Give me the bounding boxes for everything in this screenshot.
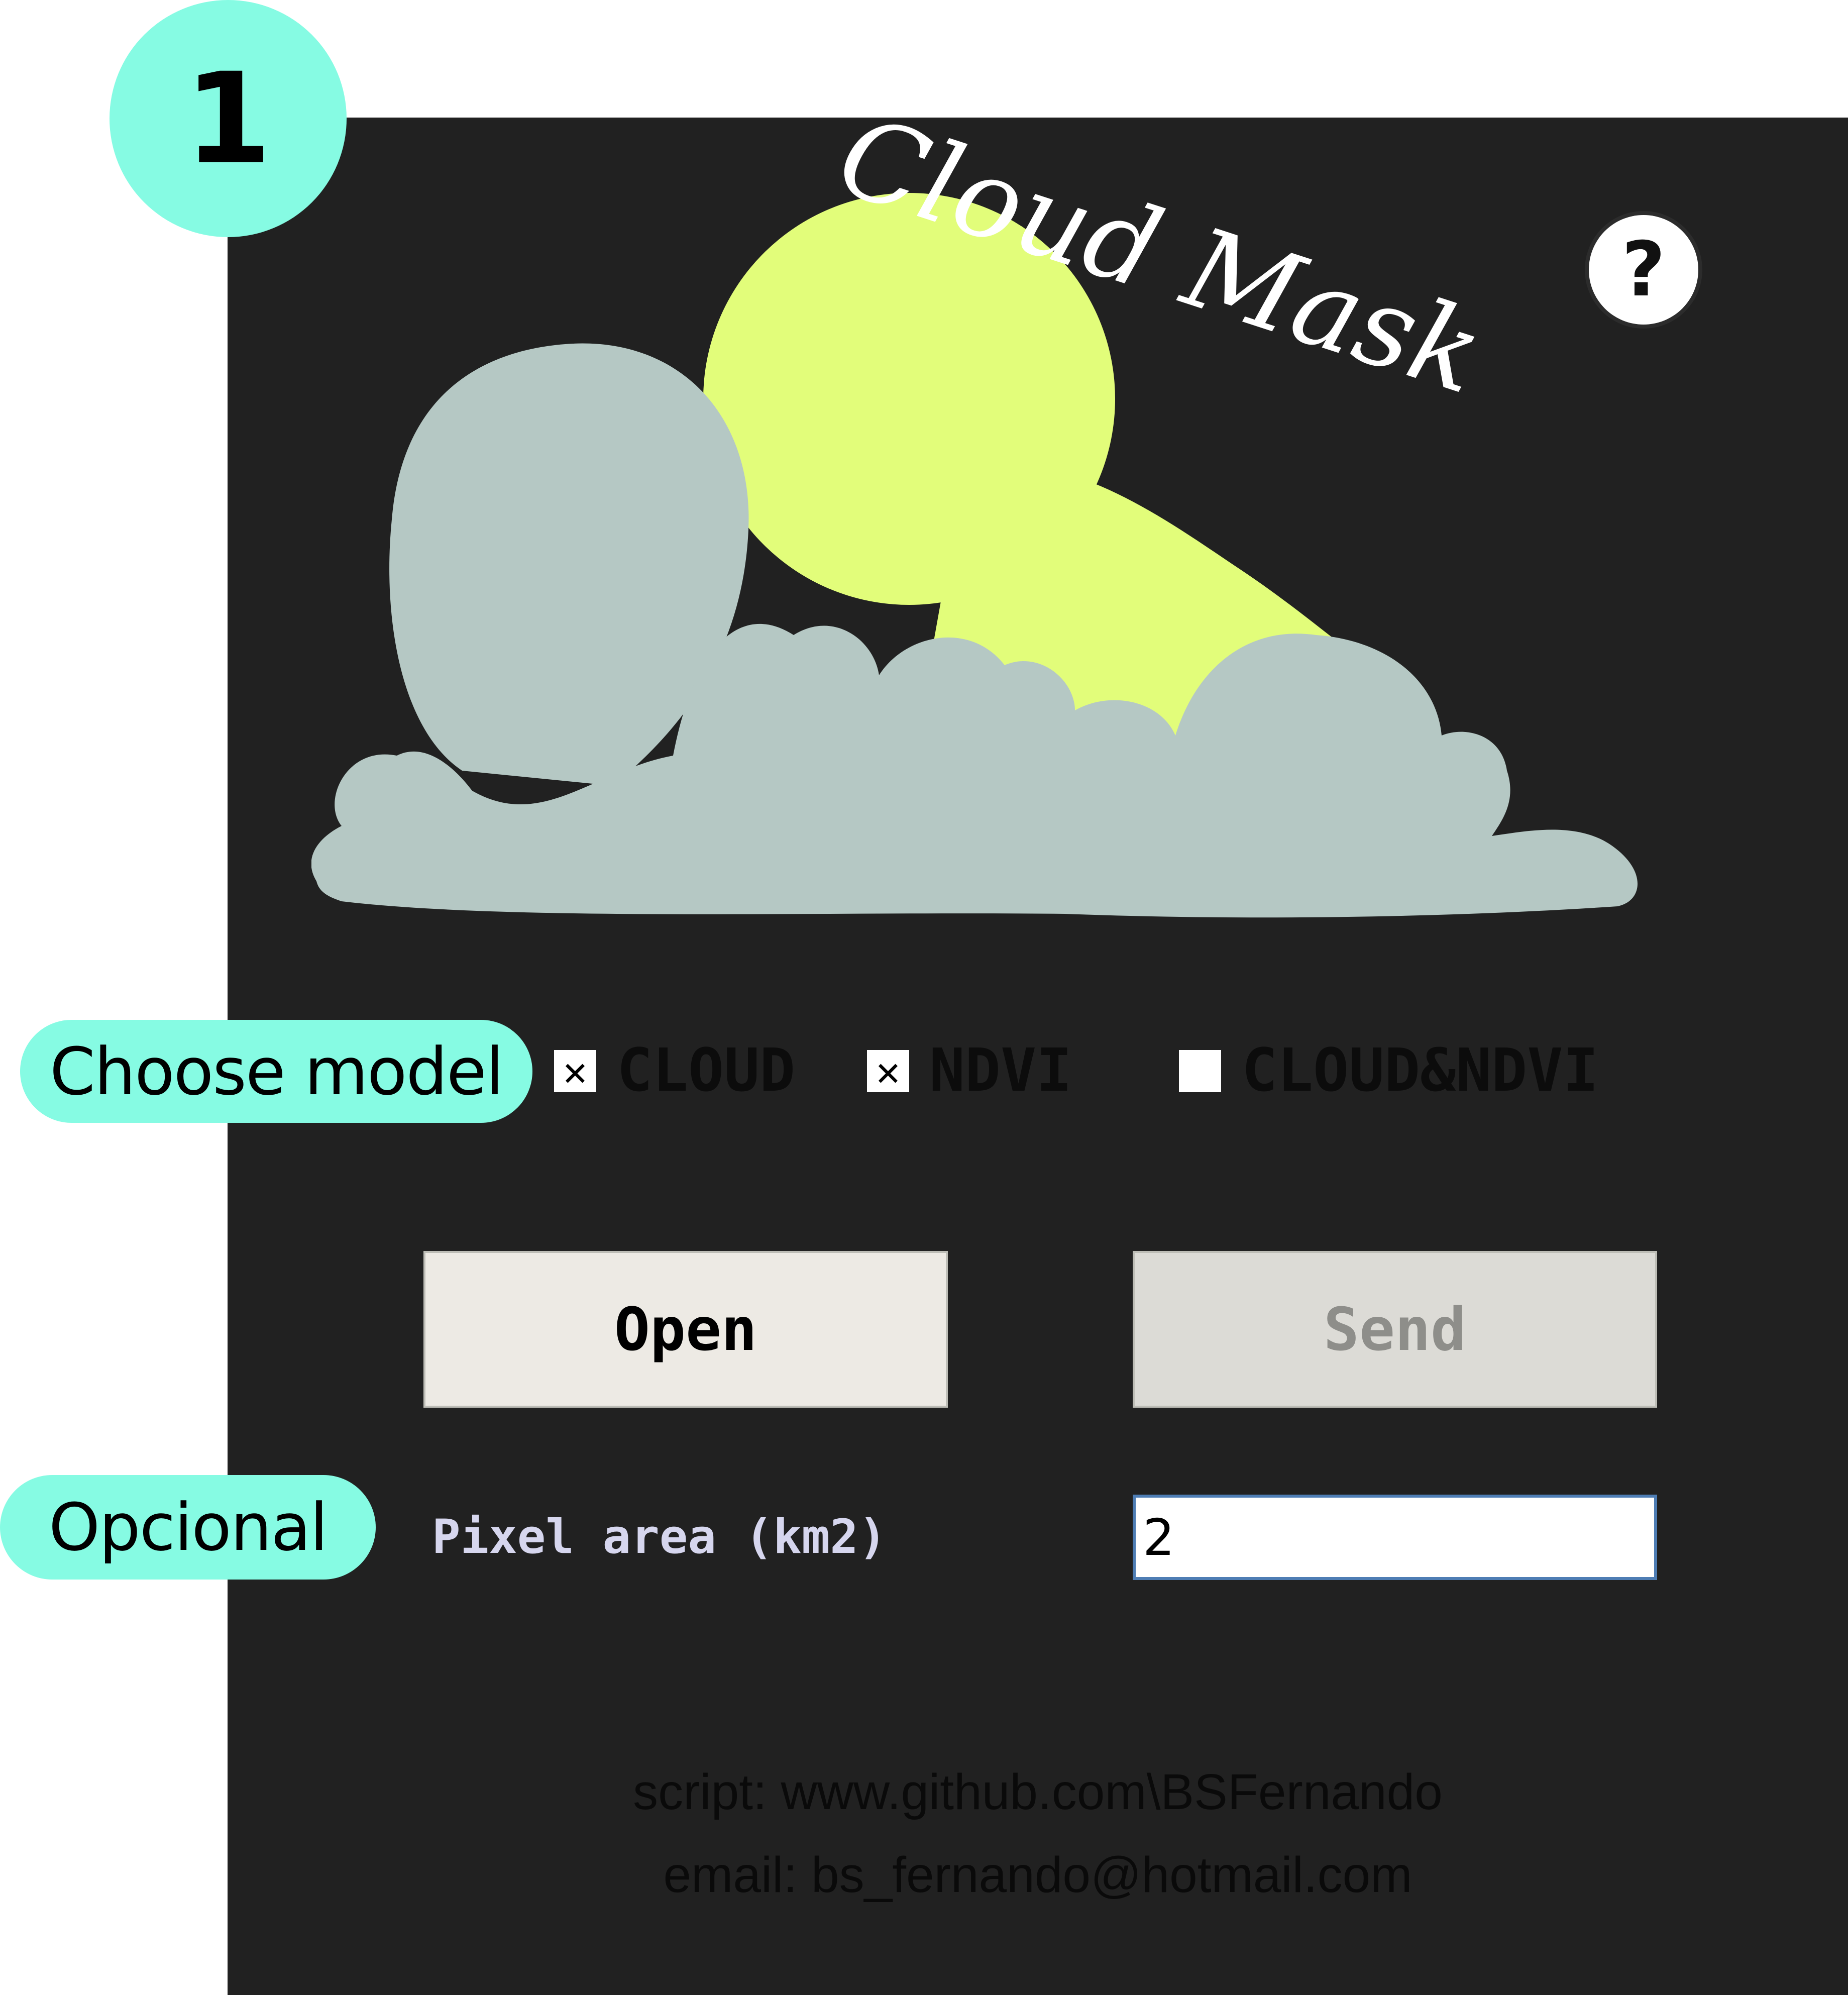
annotation-choose-model-text: Choose model [49,1033,504,1110]
checkbox-ndvi[interactable]: ✕ [867,1047,909,1095]
annotation-optional: Opcional [0,1475,376,1580]
step-number: 1 [184,45,272,192]
open-button-label: Open [614,1295,757,1364]
credit-email: email: bs_fernando@hotmail.com [663,1847,1412,1903]
send-button-label: Send [1323,1295,1467,1364]
help-icon[interactable]: ? [1589,215,1698,325]
pixel-area-input[interactable] [1133,1495,1657,1580]
send-button[interactable]: Send [1133,1251,1657,1408]
help-symbol: ? [1621,226,1666,313]
checkbox-cloud-label[interactable]: CLOUD [617,1037,795,1103]
cloud-mask-logo: Cloud Mask [311,118,1638,918]
credit-script: script: www.github.com\BSFernando [633,1764,1443,1820]
checkbox-cloud-ndvi[interactable] [1179,1050,1221,1092]
pixel-area-label: Pixel area (km2) [432,1510,887,1564]
checkbox-ndvi-label[interactable]: NDVI [929,1037,1072,1103]
annotation-choose-model: Choose model [20,1020,532,1123]
checkbox-cloud[interactable]: ✕ [554,1047,596,1095]
open-button[interactable]: Open [423,1251,948,1408]
checkbox-cloud-ndvi-label[interactable]: CLOUD&NDVI [1242,1037,1598,1103]
checkbox-cloud-mark: ✕ [563,1047,588,1095]
checkbox-ndvi-mark: ✕ [876,1047,901,1095]
annotation-optional-text: Opcional [48,1489,328,1565]
